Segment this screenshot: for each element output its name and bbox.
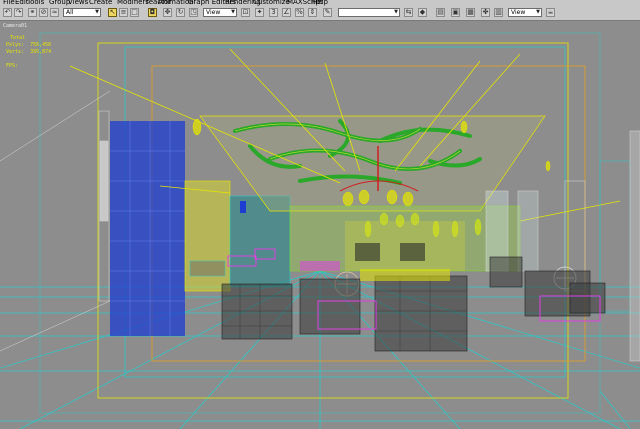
redo-icon[interactable]: ↷ <box>14 8 23 17</box>
stats-polys: Polys: 756,456 <box>6 42 52 48</box>
rotate-icon[interactable]: ↻ <box>176 8 185 17</box>
chevron-down-icon: ▼ <box>394 9 398 15</box>
named-selection-dropdown[interactable]: ▼ <box>338 8 400 17</box>
unlink-icon[interactable]: ⊘ <box>39 8 48 17</box>
move-icon[interactable]: ✥ <box>163 8 172 17</box>
chevron-down-icon: ▼ <box>231 9 235 15</box>
snap-toggle-icon[interactable]: 3 <box>269 8 278 17</box>
window-crossing-icon[interactable]: ◘ <box>148 8 157 17</box>
render-scene-icon[interactable]: ▥ <box>494 8 503 17</box>
blue-accent <box>240 201 246 213</box>
stats-title: Total <box>10 35 26 41</box>
coord-system-value: View <box>206 9 221 16</box>
reference-coord-dropdown[interactable]: View ▼ <box>203 8 237 17</box>
undo-icon[interactable]: ↶ <box>3 8 12 17</box>
angle-snap-icon[interactable]: ∠ <box>282 8 291 17</box>
render-view-dropdown[interactable]: View ▼ <box>508 8 542 17</box>
bind-space-warp-icon[interactable]: ≈ <box>50 8 59 17</box>
edit-named-selection-icon[interactable]: ✎ <box>323 8 332 17</box>
curve-editor-icon[interactable]: ▣ <box>451 8 460 17</box>
layer-manager-icon[interactable]: ▤ <box>436 8 445 17</box>
spinner-snap-icon[interactable]: ⇕ <box>308 8 317 17</box>
chevron-down-icon: ▼ <box>536 9 540 15</box>
select-object-icon[interactable]: ↖ <box>108 8 117 17</box>
pivot-center-icon[interactable]: ⊡ <box>241 8 250 17</box>
camera-viewport[interactable]: Camera01 Total Polys: 756,456 Verts: 395… <box>0 21 640 429</box>
left-wall-panels <box>0 90 111 352</box>
select-manipulate-icon[interactable]: ✦ <box>255 8 264 17</box>
main-toolbar: ↶ ↷ ⚭ ⊘ ≈ All ▼ ↖ ≡ □ ◘ ✥ ↻ ◳ View ▼ ⊡ ✦ 3… <box>0 6 640 21</box>
blue-wall <box>110 121 185 336</box>
schematic-view-icon[interactable]: ▦ <box>466 8 475 17</box>
viewport-label[interactable]: Camera01 <box>3 23 27 29</box>
chevron-down-icon: ▼ <box>95 9 99 15</box>
wireframe-scene <box>0 32 640 429</box>
render-view-value: View <box>511 9 526 16</box>
select-link-icon[interactable]: ⚭ <box>28 8 37 17</box>
quick-render-icon[interactable]: ☕ <box>546 8 555 17</box>
region-select-icon[interactable]: □ <box>130 8 139 17</box>
align-icon[interactable]: ◆ <box>418 8 427 17</box>
stats-verts: Verts: 395,874 <box>6 49 52 55</box>
selection-filter-dropdown[interactable]: All ▼ <box>63 8 101 17</box>
selection-filter-value: All <box>66 9 74 16</box>
material-editor-icon[interactable]: ✤ <box>481 8 490 17</box>
mirror-icon[interactable]: ⇆ <box>404 8 413 17</box>
percent-snap-icon[interactable]: % <box>295 8 304 17</box>
scale-icon[interactable]: ◳ <box>189 8 198 17</box>
stats-fps: FPS: <box>6 63 19 69</box>
select-by-name-icon[interactable]: ≡ <box>119 8 128 17</box>
camera-target-line <box>599 390 631 429</box>
